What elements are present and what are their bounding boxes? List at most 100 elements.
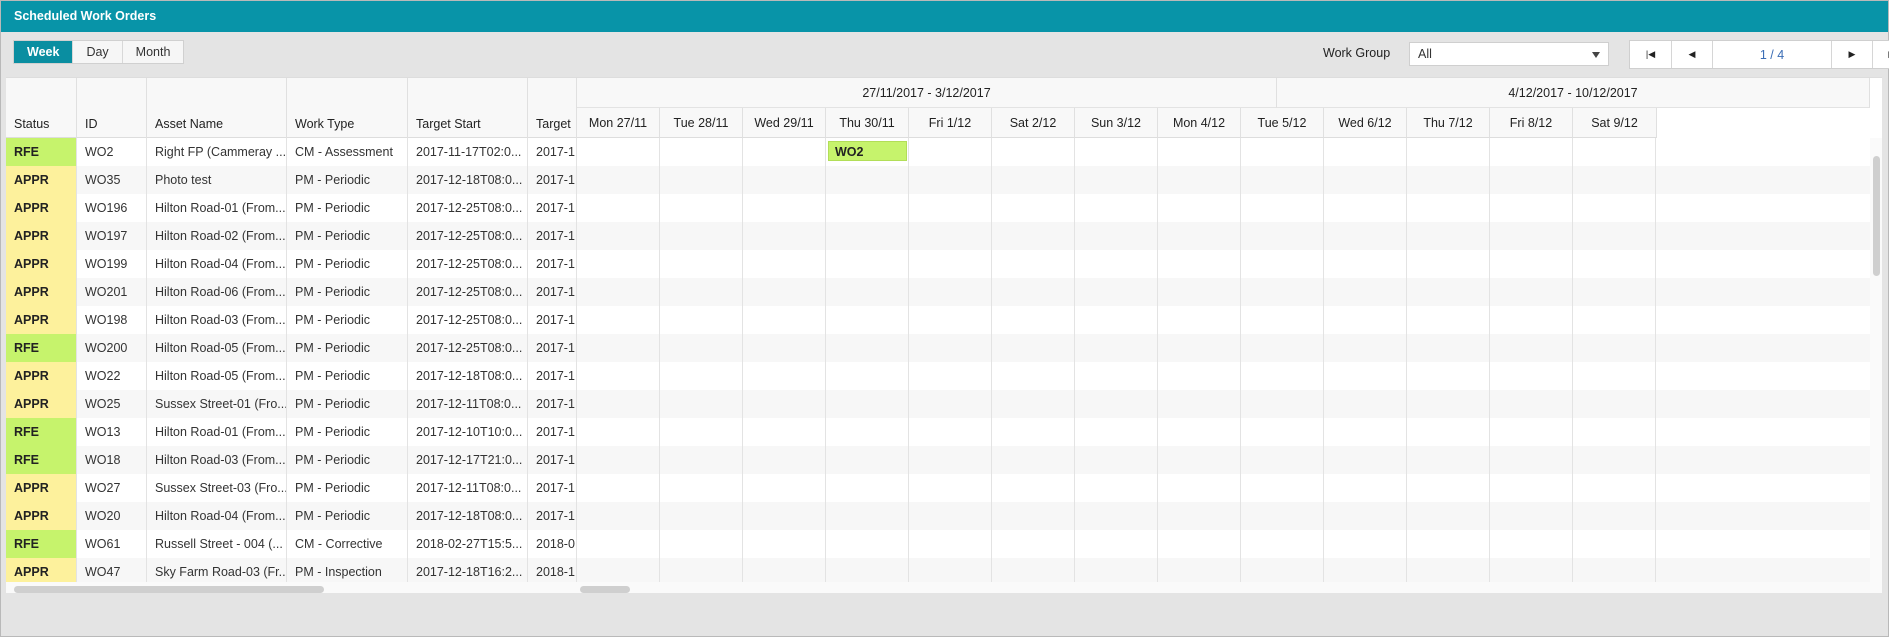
work-group-label: Work Group [1323, 46, 1391, 60]
first-page-button[interactable]: |◀ [1630, 41, 1671, 68]
id-cell: WO2 [77, 138, 147, 166]
table-row[interactable]: RFE WO18 Hilton Road-03 (From... PM - Perio… [6, 446, 577, 474]
status-cell: APPR [6, 278, 77, 306]
target-cell: 2017-1 [528, 194, 577, 222]
next-page-icon: ▶ [1848, 49, 1856, 59]
first-page-icon: |◀ [1645, 49, 1656, 59]
asset-name-cell: Hilton Road-01 (From... [147, 194, 287, 222]
status-cell: APPR [6, 362, 77, 390]
scrollbar-thumb[interactable] [14, 586, 324, 593]
column-header-asset-name[interactable]: Asset Name [147, 78, 287, 138]
table-row[interactable]: RFE WO2 Right FP (Cammeray ... CM - Assessm… [6, 138, 577, 166]
schedule-row[interactable] [577, 390, 1882, 418]
schedule-row[interactable] [577, 194, 1882, 222]
id-cell: WO22 [77, 362, 147, 390]
schedule-row[interactable] [577, 250, 1882, 278]
table-row[interactable]: APPR WO196 Hilton Road-01 (From... PM - Per… [6, 194, 577, 222]
work-type-cell: PM - Periodic [287, 362, 408, 390]
table-row[interactable]: APPR WO201 Hilton Road-06 (From... PM - Per… [6, 278, 577, 306]
column-header-status[interactable]: Status [6, 78, 77, 138]
table-row[interactable]: APPR WO27 Sussex Street-03 (Fro... PM - Per… [6, 474, 577, 502]
view-week-button[interactable]: Week [14, 41, 73, 63]
view-day-button[interactable]: Day [72, 41, 121, 63]
table-row[interactable]: APPR WO35 Photo test PM - Periodic 2017-12-1… [6, 166, 577, 194]
target-cell: 2017-1 [528, 362, 577, 390]
day-header: Sat 9/12 [1573, 108, 1657, 138]
schedule-row[interactable] [577, 138, 1882, 166]
schedule-row[interactable] [577, 278, 1882, 306]
table-row[interactable]: RFE WO13 Hilton Road-01 (From... PM - Perio… [6, 418, 577, 446]
table-row[interactable]: RFE WO61 Russell Street - 004 (... CM - Cor… [6, 530, 577, 558]
column-header-work-type[interactable]: Work Type [287, 78, 408, 138]
id-cell: WO25 [77, 390, 147, 418]
last-page-button[interactable]: ▶| [1872, 41, 1889, 68]
schedule-row[interactable] [577, 334, 1882, 362]
asset-name-cell: Photo test [147, 166, 287, 194]
work-order-event[interactable]: WO2 [828, 141, 907, 161]
table-row[interactable]: RFE WO200 Hilton Road-05 (From... PM - Peri… [6, 334, 577, 362]
table-row[interactable]: APPR WO20 Hilton Road-04 (From... PM - Peri… [6, 502, 577, 530]
schedule-row[interactable] [577, 530, 1882, 558]
work-group-select[interactable]: All [1409, 42, 1609, 66]
day-column-divider [659, 138, 660, 582]
table-row[interactable]: APPR WO25 Sussex Street-01 (Fro... PM - Per… [6, 390, 577, 418]
asset-name-cell: Sussex Street-01 (Fro... [147, 390, 287, 418]
work-type-cell: PM - Periodic [287, 446, 408, 474]
asset-name-cell: Hilton Road-03 (From... [147, 446, 287, 474]
status-cell: APPR [6, 222, 77, 250]
asset-name-cell: Sussex Street-03 (Fro... [147, 474, 287, 502]
work-type-cell: PM - Periodic [287, 250, 408, 278]
schedule-row[interactable] [577, 222, 1882, 250]
target-start-cell: 2017-12-25T08:0... [408, 222, 528, 250]
schedule-row[interactable] [577, 502, 1882, 530]
target-cell: 2017-1 [528, 446, 577, 474]
day-column-divider [1323, 138, 1324, 582]
view-month-button[interactable]: Month [121, 41, 184, 63]
target-start-cell: 2018-02-27T15:5... [408, 530, 528, 558]
schedule-row[interactable] [577, 306, 1882, 334]
status-cell: APPR [6, 474, 77, 502]
prev-page-button[interactable]: ◀ [1671, 41, 1712, 68]
work-type-cell: CM - Corrective [287, 530, 408, 558]
day-column-divider [825, 138, 826, 582]
table-row[interactable]: APPR WO198 Hilton Road-03 (From... PM - Per… [6, 306, 577, 334]
column-header-target[interactable]: Target [528, 78, 577, 138]
schedule-calendar: 27/11/2017 - 3/12/2017 4/12/2017 - 10/12… [577, 78, 1882, 594]
table-row[interactable]: APPR WO22 Hilton Road-05 (From... PM - Peri… [6, 362, 577, 390]
target-cell: 2017-1 [528, 138, 577, 166]
schedule-row[interactable] [577, 474, 1882, 502]
table-row[interactable]: APPR WO199 Hilton Road-04 (From... PM - Per… [6, 250, 577, 278]
id-cell: WO27 [77, 474, 147, 502]
target-start-cell: 2017-12-18T08:0... [408, 362, 528, 390]
schedule-row[interactable] [577, 362, 1882, 390]
target-cell: 2018-0 [528, 530, 577, 558]
target-start-cell: 2017-11-17T02:0... [408, 138, 528, 166]
asset-name-cell: Hilton Road-03 (From... [147, 306, 287, 334]
status-cell: RFE [6, 418, 77, 446]
scheduler-grid: Status ID Asset Name Work Type Target St… [6, 77, 1882, 594]
schedule-vertical-scrollbar[interactable] [1870, 138, 1882, 582]
next-page-button[interactable]: ▶ [1831, 41, 1872, 68]
target-cell: 2017-1 [528, 306, 577, 334]
scrollbar-thumb[interactable] [1873, 156, 1880, 276]
work-type-cell: PM - Periodic [287, 334, 408, 362]
schedule-row[interactable] [577, 418, 1882, 446]
scrollbar-thumb[interactable] [580, 586, 630, 593]
asset-name-cell: Hilton Road-04 (From... [147, 250, 287, 278]
column-header-id[interactable]: ID [77, 78, 147, 138]
scheduled-work-orders-window: Scheduled Work Orders Week Day Month Wor… [0, 0, 1889, 637]
schedule-row[interactable] [577, 446, 1882, 474]
target-cell: 2017-1 [528, 334, 577, 362]
column-header-target-start[interactable]: Target Start [408, 78, 528, 138]
work-type-cell: PM - Periodic [287, 278, 408, 306]
schedule-row[interactable] [577, 166, 1882, 194]
day-header: Thu 7/12 [1407, 108, 1490, 138]
id-cell: WO35 [77, 166, 147, 194]
day-column-divider [1655, 138, 1656, 582]
asset-name-cell: Right FP (Cammeray ... [147, 138, 287, 166]
table-row[interactable]: APPR WO197 Hilton Road-02 (From... PM - Per… [6, 222, 577, 250]
status-cell: APPR [6, 194, 77, 222]
view-switcher: Week Day Month [13, 40, 185, 64]
id-cell: WO18 [77, 446, 147, 474]
id-cell: WO20 [77, 502, 147, 530]
